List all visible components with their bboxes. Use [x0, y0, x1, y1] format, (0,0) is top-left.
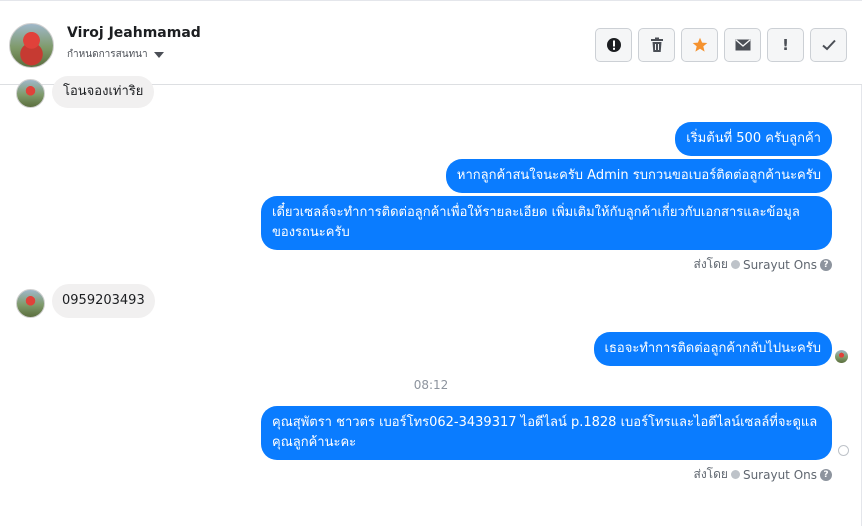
sent-by-label: ส่งโดย — [693, 257, 728, 271]
sent-by-name: Surayut Ons — [742, 257, 817, 272]
report-spam-button[interactable] — [595, 28, 632, 62]
incoming-message: โอนจองเท่าริย — [52, 76, 155, 108]
sent-by-label: ส่งโดย — [693, 467, 728, 481]
conversation-header: Viroj Jeahmamad กำหนดการสนทนา ! — [0, 0, 862, 85]
delete-button[interactable] — [638, 28, 675, 62]
contact-name[interactable]: Viroj Jeahmamad — [67, 25, 201, 41]
conversation-label-dropdown[interactable]: กำหนดการสนทนา — [67, 47, 164, 62]
important-button[interactable]: ! — [767, 28, 804, 62]
star-button[interactable] — [681, 28, 718, 62]
report-spam-icon — [606, 38, 621, 52]
star-icon — [692, 37, 707, 52]
sent-by-info: ส่งโดย Surayut Ons ? — [693, 465, 832, 484]
message-timestamp: 08:12 — [413, 378, 449, 392]
outgoing-message: หากลูกค้าสนใจนะครับ Admin รบกวนขอเบอร์ติ… — [445, 159, 832, 193]
trash-icon — [650, 37, 663, 52]
outgoing-message: เธอจะทำการติดต่อลูกค้ากลับไปนะครับ — [593, 332, 832, 366]
sender-avatar[interactable] — [16, 79, 45, 108]
conversation-label-text: กำหนดการสนทนา — [67, 49, 148, 60]
outgoing-message: เดี๋ยวเซลล์จะทำการติดต่อลูกค้าเพื่อให้รา… — [261, 196, 832, 250]
sender-avatar[interactable] — [16, 289, 45, 318]
contact-avatar[interactable] — [9, 23, 54, 68]
sent-by-info: ส่งโดย Surayut Ons ? — [693, 255, 832, 274]
chevron-down-icon — [153, 51, 164, 58]
outgoing-message: เริ่มต้นที่ 500 ครับลูกค้า — [675, 122, 832, 156]
outgoing-message: คุณสุพัตรา ชาวตร เบอร์โทร062-3439317 ไอด… — [261, 406, 832, 460]
delivered-icon — [838, 445, 849, 456]
incoming-message: 0959203493 — [52, 284, 155, 318]
checkmark-icon — [821, 39, 836, 51]
mark-done-button[interactable] — [810, 28, 847, 62]
seen-avatar — [835, 350, 848, 363]
envelope-icon — [735, 39, 750, 51]
conversation-actions: ! — [595, 28, 847, 62]
help-icon[interactable]: ? — [820, 468, 832, 481]
verified-icon — [730, 260, 740, 269]
mark-unread-button[interactable] — [724, 28, 761, 62]
sent-by-name: Surayut Ons — [742, 467, 817, 482]
important-label: ! — [782, 36, 789, 54]
help-icon[interactable]: ? — [820, 258, 832, 271]
verified-icon — [730, 470, 740, 479]
